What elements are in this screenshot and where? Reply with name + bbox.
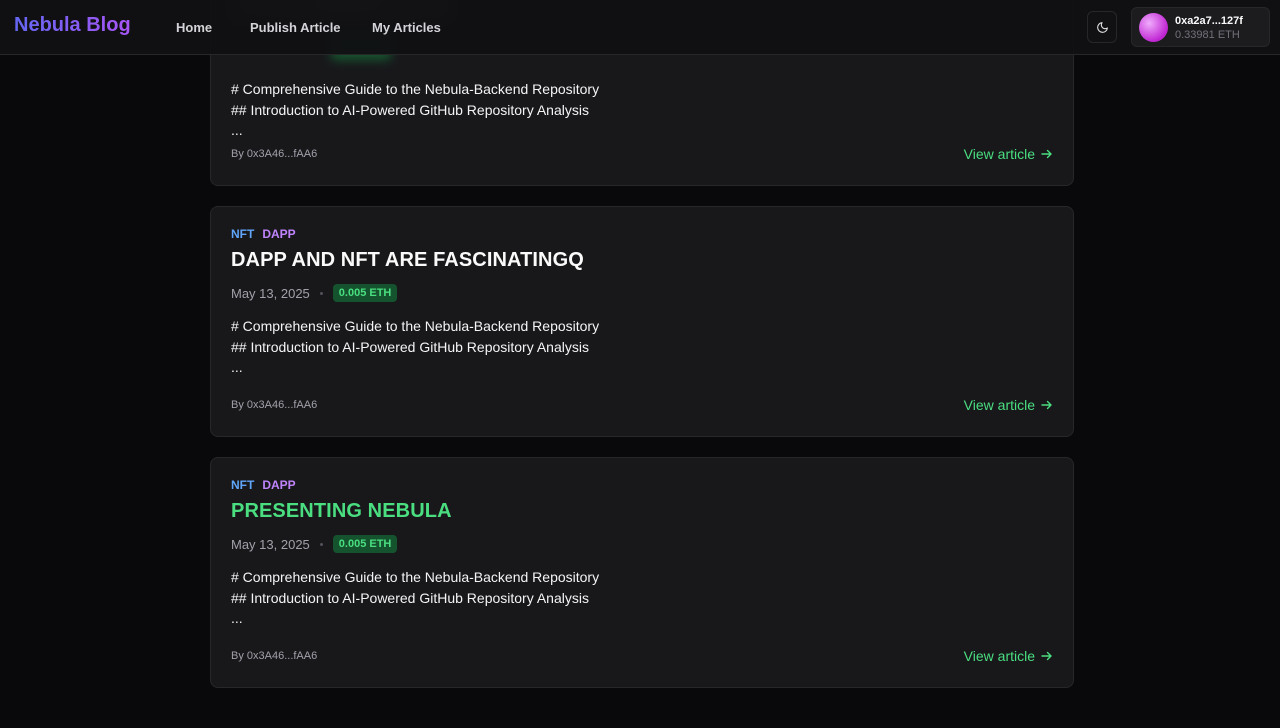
article-tags: NFT DAPP — [231, 227, 1053, 243]
wallet-address: 0xa2a7...127f — [1175, 15, 1243, 27]
article-title[interactable]: DAPP AND NFT ARE FASCINATINGQ — [231, 249, 1053, 275]
arrow-right-icon — [1041, 149, 1052, 159]
site-logo[interactable]: Nebula Blog — [14, 14, 131, 37]
moon-icon — [1096, 21, 1108, 33]
excerpt-line: ... — [231, 359, 243, 375]
nav-home-link[interactable]: Home — [176, 20, 212, 35]
view-article-link[interactable]: View article — [964, 648, 1053, 664]
article-footer: By 0x3A46...fAA6 View article — [231, 397, 1053, 413]
theme-toggle-button[interactable] — [1087, 11, 1117, 43]
article-card[interactable]: NFT DAPP DAPP AND NFT ARE FASCINATINGQ M… — [210, 206, 1074, 437]
top-navbar: Nebula Blog Home Publish Article My Arti… — [0, 0, 1280, 55]
excerpt-line: # Comprehensive Guide to the Nebula-Back… — [231, 569, 600, 585]
article-date: May 13, 2025 — [231, 285, 310, 301]
article-title[interactable]: PRESENTING NEBULA — [231, 500, 1053, 526]
article-footer: By 0x3A46...fAA6 View article — [231, 648, 1053, 664]
wallet-avatar — [1139, 13, 1168, 42]
nav-my-articles-link[interactable]: My Articles — [372, 20, 441, 35]
tag[interactable]: NFT — [231, 227, 254, 243]
article-tags: NFT DAPP — [231, 478, 1053, 494]
view-article-link[interactable]: View article — [964, 146, 1053, 162]
article-date: May 13, 2025 — [231, 536, 310, 552]
excerpt-line: ... — [231, 610, 243, 626]
view-article-label: View article — [963, 397, 1035, 413]
article-excerpt: # Comprehensive Guide to the Nebula-Back… — [231, 79, 599, 141]
view-article-link[interactable]: View article — [964, 397, 1053, 413]
excerpt-line: ## Introduction to AI-Powered GitHub Rep… — [231, 338, 589, 355]
arrow-right-icon — [1041, 651, 1052, 661]
price-badge: 0.005 ETH — [332, 284, 398, 302]
view-article-label: View article — [963, 146, 1035, 162]
article-excerpt: # Comprehensive Guide to the Nebula-Back… — [231, 316, 1053, 378]
excerpt-line: # Comprehensive Guide to the Nebula-Back… — [231, 318, 600, 334]
excerpt-line: ... — [231, 122, 243, 138]
excerpt-line: ## Introduction to AI-Powered GitHub Rep… — [231, 589, 589, 606]
excerpt-line: ## Introduction to AI-Powered GitHub Rep… — [231, 101, 589, 118]
article-meta: May 13, 2025 0.005 ETH — [231, 534, 1053, 554]
article-excerpt: # Comprehensive Guide to the Nebula-Back… — [231, 567, 1053, 629]
separator-dot — [319, 542, 323, 546]
excerpt-line: # Comprehensive Guide to the Nebula-Back… — [231, 81, 600, 97]
tag[interactable]: DAPP — [262, 227, 295, 243]
wallet-balance: 0.33981 ETH — [1175, 29, 1240, 41]
wallet-button[interactable]: 0xa2a7...127f 0.33981 ETH — [1131, 7, 1270, 47]
article-author: By 0x3A46...fAA6 — [231, 148, 318, 160]
tag[interactable]: NFT — [231, 478, 254, 494]
article-author: By 0x3A46...fAA6 — [231, 399, 318, 411]
arrow-right-icon — [1041, 400, 1052, 410]
article-author: By 0x3A46...fAA6 — [231, 650, 318, 662]
view-article-label: View article — [963, 648, 1035, 664]
separator-dot — [319, 291, 323, 295]
nav-publish-link[interactable]: Publish Article — [250, 20, 341, 35]
article-meta: May 13, 2025 0.005 ETH — [231, 283, 1053, 303]
article-footer: By 0x3A46...fAA6 View article — [231, 146, 1053, 162]
article-card[interactable]: NFT DAPP PRESENTING NEBULA May 13, 2025 … — [210, 457, 1074, 688]
tag[interactable]: DAPP — [262, 478, 295, 494]
price-badge: 0.005 ETH — [332, 535, 398, 553]
